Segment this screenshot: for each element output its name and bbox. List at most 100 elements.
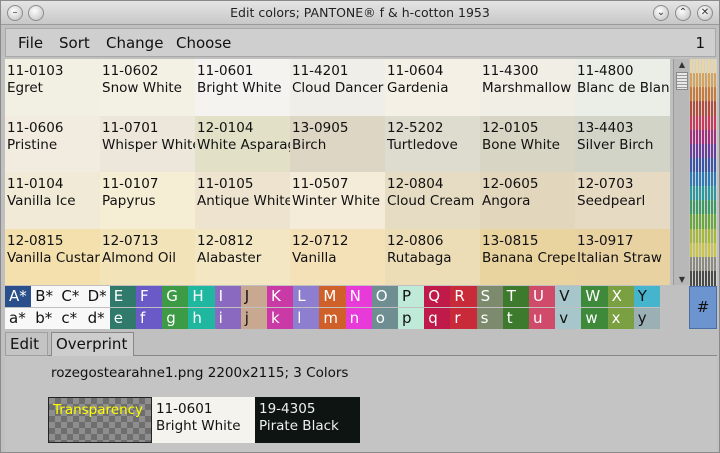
color-cell[interactable]: 12-5202 Turtledove xyxy=(385,115,480,172)
letter-filter-lower-4[interactable]: e xyxy=(109,308,136,329)
letter-filter-upper-24[interactable]: Y xyxy=(633,286,660,307)
color-cell[interactable]: 13-4403 Silver Birch xyxy=(575,115,670,172)
letter-filter-lower-0[interactable]: a* xyxy=(5,308,32,329)
tab-edit[interactable]: Edit xyxy=(5,332,48,356)
letter-filter-lower-3[interactable]: d* xyxy=(83,308,110,329)
letter-filter-upper-1[interactable]: B* xyxy=(31,286,58,307)
palette-band[interactable] xyxy=(690,73,717,88)
letter-filter-upper-18[interactable]: S xyxy=(476,286,503,307)
letter-filter-upper-23[interactable]: X xyxy=(607,286,634,307)
color-cell[interactable]: 11-0606 Pristine xyxy=(5,115,100,172)
letter-filter-lower-14[interactable]: o xyxy=(371,308,398,329)
color-cell[interactable]: 12-0812 Alabaster xyxy=(195,228,290,285)
letter-filter-lower-10[interactable]: k xyxy=(267,308,294,329)
vertical-scrollbar[interactable]: ▲ ▼ xyxy=(673,59,689,285)
letter-filter-upper-11[interactable]: L xyxy=(293,286,320,307)
color-cell[interactable]: 11-0601 Bright White xyxy=(195,59,290,116)
letter-filter-upper-2[interactable]: C* xyxy=(57,286,84,307)
palette-band[interactable] xyxy=(690,186,717,201)
letter-filter-upper-6[interactable]: G xyxy=(162,286,189,307)
color-cell[interactable]: 11-4800 Blanc de Blanc xyxy=(575,59,670,116)
letter-filter-lower-22[interactable]: w xyxy=(581,308,608,329)
palette-band[interactable] xyxy=(690,242,717,258)
letter-filter-lower-19[interactable]: t xyxy=(502,308,529,329)
letter-filter-upper-25[interactable] xyxy=(660,286,687,307)
scroll-thumb[interactable] xyxy=(676,72,688,90)
scroll-down-icon[interactable]: ▼ xyxy=(676,275,688,284)
title-bar[interactable]: – Edit colors; PANTONE® f & h-cotton 195… xyxy=(1,1,719,25)
palette-band[interactable] xyxy=(690,200,717,215)
menu-sort[interactable]: Sort xyxy=(59,34,90,52)
palette-band[interactable] xyxy=(690,115,717,131)
swatch-pirate-black[interactable]: 19-4305 Pirate Black xyxy=(255,397,360,443)
maximize-icon[interactable]: ⌃ xyxy=(675,5,691,21)
hash-button[interactable]: # xyxy=(689,286,717,329)
letter-filter-upper-13[interactable]: N xyxy=(345,286,372,307)
color-cell[interactable]: 11-0507 Winter White xyxy=(290,172,385,229)
menu-file[interactable]: File xyxy=(18,34,43,52)
color-cell[interactable]: 12-0806 Rutabaga xyxy=(385,228,480,285)
palette-band[interactable] xyxy=(690,59,717,74)
letter-filter-upper-12[interactable]: M xyxy=(319,286,346,307)
letter-filter-upper-16[interactable]: Q xyxy=(424,286,451,307)
letter-filter-upper-22[interactable]: W xyxy=(581,286,608,307)
color-cell[interactable]: 13-0917 Italian Straw xyxy=(575,228,670,285)
letter-filter-lower-5[interactable]: f xyxy=(136,308,163,329)
palette-band[interactable] xyxy=(690,157,717,173)
color-cell[interactable]: 12-0105 Bone White xyxy=(480,115,575,172)
color-cell[interactable]: 13-0815 Banana Crepe xyxy=(480,228,575,285)
letter-filter-lower-13[interactable]: n xyxy=(345,308,372,329)
close-icon[interactable]: ✕ xyxy=(697,5,713,21)
letter-filter-upper-8[interactable]: I xyxy=(214,286,241,307)
letter-filter-upper-5[interactable]: F xyxy=(136,286,163,307)
letter-filter-upper-19[interactable]: T xyxy=(502,286,529,307)
palette-band[interactable] xyxy=(690,87,717,102)
letter-filter-lower-16[interactable]: q xyxy=(424,308,451,329)
menu-choose[interactable]: Choose xyxy=(176,34,231,52)
letter-filter-upper-17[interactable]: R xyxy=(450,286,477,307)
letter-filter-lower-18[interactable]: s xyxy=(476,308,503,329)
letter-filter-lower-1[interactable]: b* xyxy=(31,308,58,329)
palette-band[interactable] xyxy=(690,143,717,159)
scroll-up-icon[interactable]: ▲ xyxy=(676,60,688,69)
color-cell[interactable]: 12-0815 Vanilla Custard xyxy=(5,228,100,285)
palette-band[interactable] xyxy=(690,214,717,229)
color-cell[interactable]: 12-0713 Almond Oil xyxy=(100,228,195,285)
letter-filter-lower-24[interactable]: y xyxy=(633,308,660,329)
letter-filter-lower-8[interactable]: i xyxy=(214,308,241,329)
palette-band[interactable] xyxy=(690,256,717,272)
letter-filter-upper-0[interactable]: A* xyxy=(5,286,32,307)
letter-filter-upper-3[interactable]: D* xyxy=(83,286,110,307)
palette-band[interactable] xyxy=(690,270,717,286)
color-cell[interactable]: 12-0703 Seedpearl xyxy=(575,172,670,229)
color-cell[interactable]: 12-0804 Cloud Cream xyxy=(385,172,480,229)
color-cell[interactable]: 11-4201 Cloud Dancer xyxy=(290,59,385,116)
color-cell[interactable]: 12-0605 Angora xyxy=(480,172,575,229)
color-cell[interactable]: 11-0701 Whisper White xyxy=(100,115,195,172)
letter-filter-lower-12[interactable]: m xyxy=(319,308,346,329)
letter-filter-upper-10[interactable]: K xyxy=(267,286,294,307)
letter-filter-lower-17[interactable]: r xyxy=(450,308,477,329)
letter-filter-upper-20[interactable]: U xyxy=(529,286,556,307)
tab-overprint[interactable]: Overprint xyxy=(51,332,134,356)
letter-filter-upper-15[interactable]: P xyxy=(398,286,425,307)
color-cell[interactable]: 11-0103 Egret xyxy=(5,59,100,116)
color-cell[interactable]: 11-0104 Vanilla Ice xyxy=(5,172,100,229)
color-cell[interactable]: 11-0107 Papyrus xyxy=(100,172,195,229)
color-cell[interactable]: 11-0604 Gardenia xyxy=(385,59,480,116)
palette-band[interactable] xyxy=(690,172,717,187)
letter-filter-upper-14[interactable]: O xyxy=(371,286,398,307)
letter-filter-lower-20[interactable]: u xyxy=(529,308,556,329)
palette-band[interactable] xyxy=(690,228,717,244)
color-cell[interactable]: 12-0712 Vanilla xyxy=(290,228,385,285)
color-cell[interactable]: 11-0105 Antique White xyxy=(195,172,290,229)
menu-change[interactable]: Change xyxy=(106,34,163,52)
letter-filter-lower-11[interactable]: l xyxy=(293,308,320,329)
letter-filter-lower-21[interactable]: v xyxy=(555,308,582,329)
letter-filter-lower-9[interactable]: j xyxy=(240,308,267,329)
palette-band[interactable] xyxy=(690,101,717,116)
letter-filter-upper-9[interactable]: J xyxy=(240,286,267,307)
palette-strip[interactable] xyxy=(690,59,717,286)
letter-filter-lower-23[interactable]: x xyxy=(607,308,634,329)
color-cell[interactable]: 11-4300 Marshmallow xyxy=(480,59,575,116)
